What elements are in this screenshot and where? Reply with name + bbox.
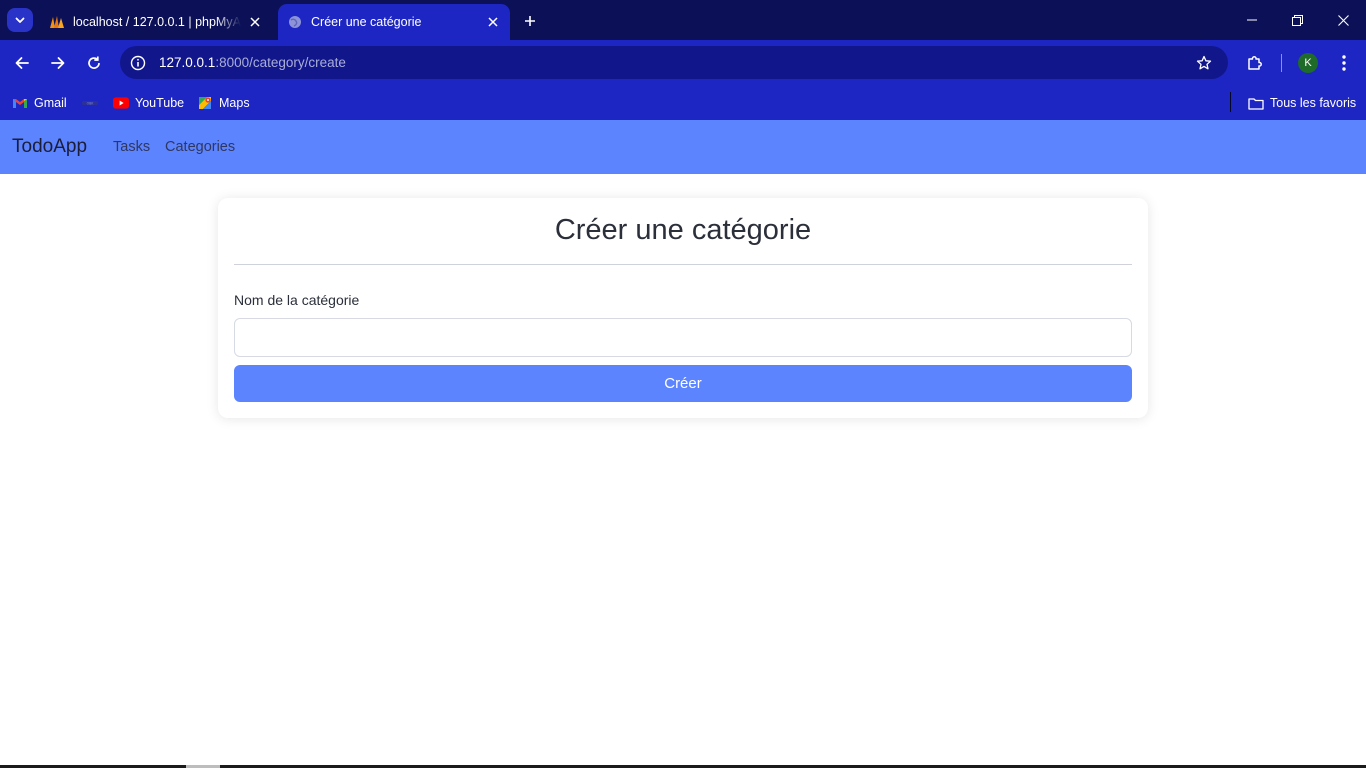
category-name-input[interactable] — [234, 318, 1132, 357]
nav-link-categories[interactable]: Categories — [165, 139, 235, 155]
phpmyadmin-icon — [49, 14, 65, 30]
app-brand-link[interactable]: TodoApp — [12, 136, 87, 158]
restore-icon — [1291, 14, 1303, 26]
bookmark-youtube[interactable]: YouTube — [113, 92, 184, 114]
toolbar-divider — [1281, 54, 1282, 72]
page-title: Créer une catégorie — [554, 214, 812, 246]
tab-phpmyadmin[interactable]: localhost / 127.0.0.1 | phpMyAdmin — [40, 4, 272, 40]
tab-title: localhost / 127.0.0.1 | phpMyAdmin — [73, 15, 241, 29]
folder-icon — [1248, 95, 1264, 111]
profile-button[interactable]: K — [1294, 49, 1322, 77]
more-vertical-icon — [1342, 55, 1346, 71]
title-divider — [234, 264, 1132, 265]
close-window-button[interactable] — [1320, 0, 1366, 40]
plus-icon — [525, 16, 535, 26]
arrow-left-icon — [15, 57, 29, 69]
gmail-icon — [12, 95, 28, 111]
avatar: K — [1298, 53, 1318, 73]
reload-button[interactable] — [80, 49, 108, 77]
url-host: 127.0.0.1 — [159, 55, 216, 70]
chevron-down-icon — [15, 17, 25, 23]
all-bookmarks-folder[interactable]: Tous les favoris — [1248, 92, 1356, 114]
restore-button[interactable] — [1274, 0, 1320, 40]
url-text[interactable]: 127.0.0.1:8000/category/create — [159, 55, 346, 70]
minimize-button[interactable] — [1229, 0, 1275, 40]
globe-icon — [287, 14, 303, 30]
site-icon: OBK — [82, 95, 98, 111]
address-bar[interactable]: 127.0.0.1:8000/category/create — [120, 46, 1228, 79]
tab-creer-categorie[interactable]: Créer une catégorie — [278, 4, 510, 40]
extensions-button[interactable] — [1241, 49, 1269, 77]
bookmark-maps[interactable]: Maps — [197, 92, 250, 114]
tab-title: Créer une catégorie — [311, 15, 422, 29]
bookmarks-bar: Gmail OBK YouTube Maps Tous les favoris — [0, 86, 1366, 120]
close-icon — [1337, 14, 1349, 26]
app-navbar: TodoApp Tasks Categories — [0, 120, 1366, 174]
new-tab-button[interactable] — [518, 10, 542, 32]
bookmark-star-icon[interactable] — [1194, 53, 1214, 73]
youtube-icon — [113, 95, 129, 111]
browser-toolbar: 127.0.0.1:8000/category/create K — [0, 40, 1366, 86]
arrow-right-icon — [51, 57, 65, 69]
url-path: :8000/category/create — [215, 55, 346, 70]
puzzle-icon — [1248, 56, 1262, 70]
bookmarks-divider — [1230, 92, 1231, 112]
browser-tab-strip: localhost / 127.0.0.1 | phpMyAdmin Créer… — [0, 0, 1366, 40]
forward-button[interactable] — [44, 49, 72, 77]
bookmark-label: Gmail — [34, 96, 67, 110]
category-name-label: Nom de la catégorie — [234, 292, 360, 308]
back-button[interactable] — [8, 49, 36, 77]
minimize-icon — [1247, 19, 1257, 21]
menu-button[interactable] — [1330, 49, 1358, 77]
bookmark-gmail[interactable]: Gmail — [12, 92, 67, 114]
site-info-icon[interactable] — [129, 54, 147, 72]
svg-text:OBK: OBK — [87, 101, 95, 105]
create-button[interactable]: Créer — [234, 365, 1132, 402]
bookmark-label: Maps — [219, 96, 250, 110]
bookmark-label: YouTube — [135, 96, 185, 110]
close-tab-icon[interactable] — [245, 12, 265, 32]
reload-icon — [88, 56, 100, 69]
bookmark-site[interactable]: OBK — [82, 92, 104, 114]
close-tab-icon[interactable] — [483, 12, 503, 32]
create-category-card: Créer une catégorie Nom de la catégorie … — [218, 198, 1148, 418]
maps-icon — [197, 95, 213, 111]
all-bookmarks-label: Tous les favoris — [1270, 96, 1357, 110]
nav-link-tasks[interactable]: Tasks — [113, 139, 150, 155]
tab-search-button[interactable] — [7, 8, 33, 32]
